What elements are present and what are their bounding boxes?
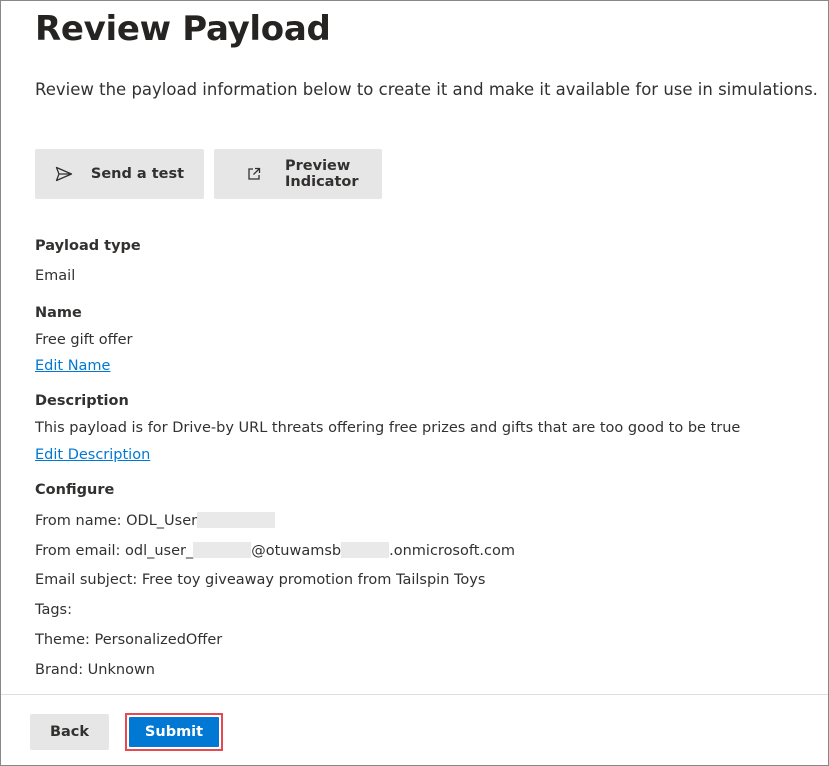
page-title: Review Payload <box>35 9 331 49</box>
preview-indicator-button[interactable]: Preview Indicator <box>214 149 382 199</box>
from-email-middle: @otuwamsb <box>251 543 342 559</box>
page-subtitle: Review the payload information below to … <box>35 80 818 99</box>
configure-label: Configure <box>35 482 115 498</box>
name-value: Free gift offer <box>35 332 133 348</box>
edit-name-link[interactable]: Edit Name <box>35 358 110 374</box>
open-external-icon <box>247 167 261 181</box>
send-test-button[interactable]: Send a test <box>35 149 204 199</box>
email-subject-text: Email subject: Free toy giveaway promoti… <box>35 572 486 588</box>
payload-type-label: Payload type <box>35 238 141 254</box>
description-value: This payload is for Drive-by URL threats… <box>35 420 741 436</box>
redacted-block <box>193 542 252 558</box>
redacted-block <box>197 512 276 528</box>
submit-button[interactable]: Submit <box>129 717 219 747</box>
from-email-suffix: .onmicrosoft.com <box>389 543 515 559</box>
send-icon <box>55 166 73 182</box>
review-payload-panel: Review Payload Review the payload inform… <box>0 0 829 766</box>
tags-text: Tags: <box>35 602 72 618</box>
footer-divider <box>1 694 828 695</box>
edit-description-link[interactable]: Edit Description <box>35 447 150 463</box>
name-label: Name <box>35 305 82 321</box>
back-button[interactable]: Back <box>30 714 109 750</box>
submit-highlight-frame: Submit <box>125 713 223 751</box>
from-name-row: From name: ODL_User <box>35 512 276 529</box>
brand-text: Brand: Unknown <box>35 662 155 678</box>
description-label: Description <box>35 393 129 409</box>
send-test-label: Send a test <box>90 166 185 182</box>
theme-text: Theme: PersonalizedOffer <box>35 632 223 648</box>
from-email-row: From email: odl_user_ @otuwamsb .onmicroso… <box>35 542 515 559</box>
redacted-block <box>341 542 390 558</box>
from-email-prefix: From email: odl_user_ <box>35 543 194 559</box>
from-name-text: From name: ODL_User <box>35 513 198 529</box>
payload-type-value: Email <box>35 268 76 284</box>
action-button-row: Send a test Preview Indicator <box>35 149 382 199</box>
preview-indicator-label: Preview Indicator <box>285 158 359 190</box>
